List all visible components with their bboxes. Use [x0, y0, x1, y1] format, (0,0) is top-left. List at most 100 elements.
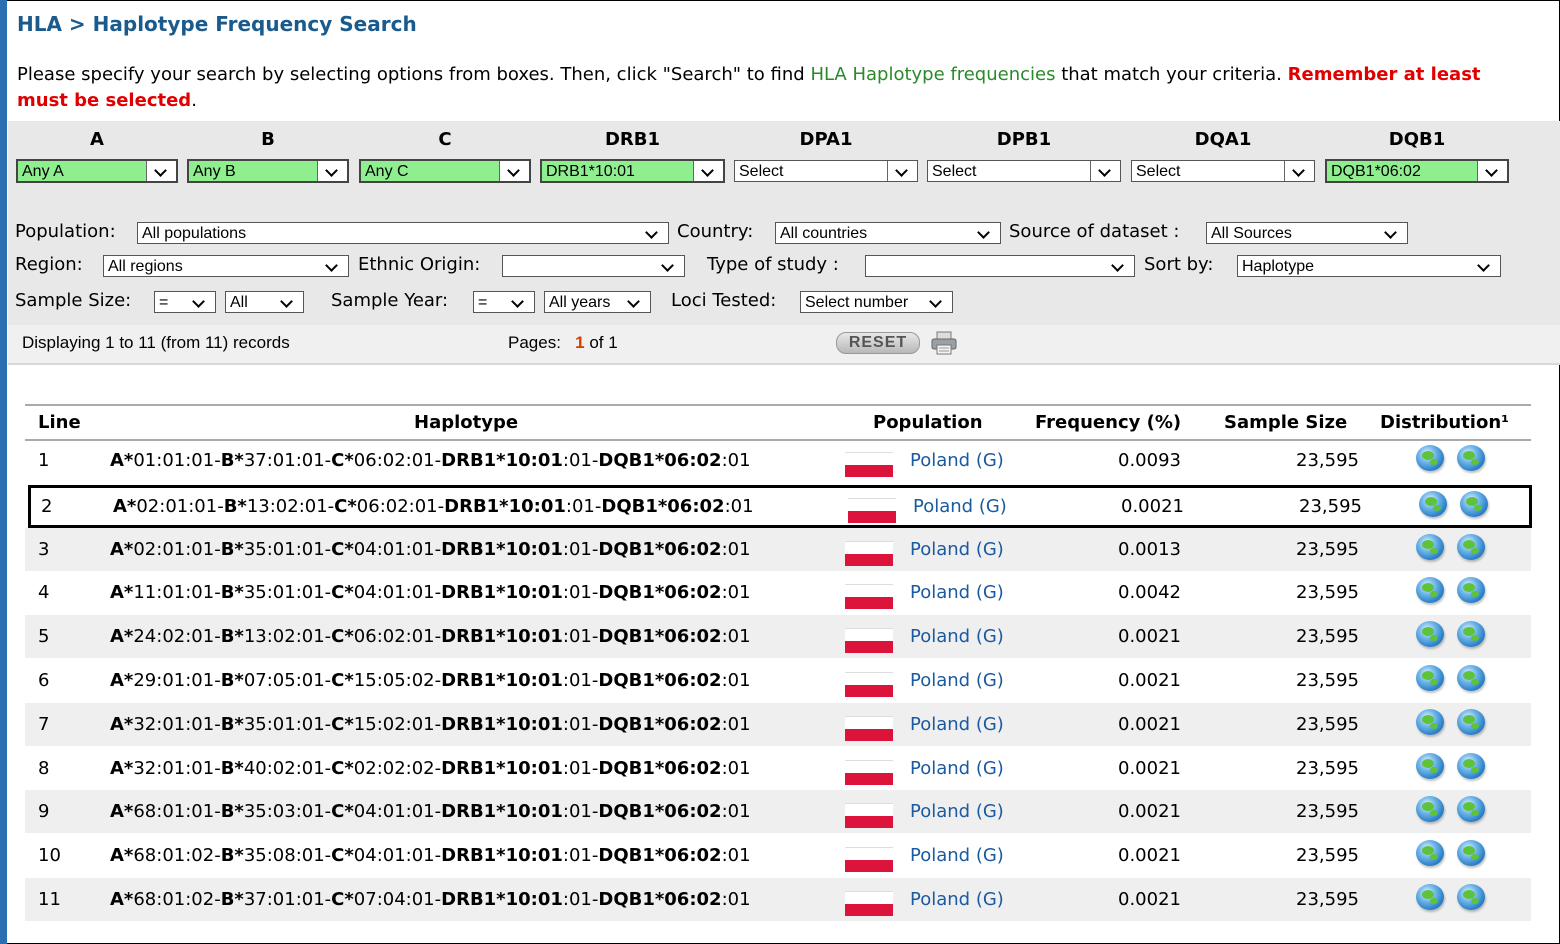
- intro-period: .: [191, 90, 197, 111]
- globe-icon[interactable]: [1416, 884, 1444, 910]
- population-link[interactable]: Poland (G): [910, 845, 1004, 866]
- locus-select-c[interactable]: Any C: [359, 159, 531, 183]
- page-current-link[interactable]: 1: [575, 333, 584, 352]
- poland-flag-icon: [845, 584, 893, 609]
- region-label: Region:: [15, 254, 83, 275]
- chevron-down-icon: [317, 161, 347, 181]
- globe-icon[interactable]: [1457, 796, 1485, 822]
- table-row: 7 A*32:01:01-B*35:01:01-C*15:02:01-DRB1*…: [25, 703, 1531, 746]
- frequency-value: 0.0021: [1118, 801, 1181, 822]
- globe-icon[interactable]: [1460, 491, 1488, 517]
- pagination: Pages: 1 of 1: [508, 333, 618, 353]
- header-sample-size: Sample Size: [1224, 412, 1348, 433]
- globe-icon[interactable]: [1416, 840, 1444, 866]
- locus-select-dqa1[interactable]: Select: [1131, 160, 1315, 182]
- locus-header-b: B: [261, 129, 275, 150]
- haplotype-cell: A*01:01:01-B*37:01:01-C*06:02:01-DRB1*10…: [110, 450, 751, 471]
- line-number: 9: [38, 801, 50, 822]
- locus-header-a: A: [90, 129, 104, 150]
- chevron-down-icon: [318, 256, 348, 276]
- locus-header-drb1: DRB1: [604, 129, 661, 150]
- chevron-down-icon: [1470, 256, 1500, 276]
- locus-select-drb1[interactable]: DRB1*10:01: [540, 159, 725, 183]
- population-link[interactable]: Poland (G): [910, 450, 1004, 471]
- globe-icon[interactable]: [1457, 753, 1485, 779]
- locus-select-dpb1[interactable]: Select: [927, 160, 1121, 182]
- globe-icon[interactable]: [1457, 840, 1485, 866]
- population-link[interactable]: Poland (G): [910, 582, 1004, 603]
- sample-size-value: 23,595: [1296, 758, 1359, 779]
- globe-icon[interactable]: [1419, 491, 1447, 517]
- globe-icon[interactable]: [1416, 445, 1444, 471]
- chevron-down-icon: [1104, 256, 1134, 276]
- globe-icon[interactable]: [1416, 621, 1444, 647]
- chevron-down-icon: [970, 223, 1000, 243]
- sort-by-label: Sort by:: [1144, 254, 1214, 275]
- header-haplotype: Haplotype: [414, 412, 519, 433]
- source-select[interactable]: All Sources: [1206, 222, 1408, 244]
- frequency-value: 0.0021: [1118, 889, 1181, 910]
- globe-icon[interactable]: [1457, 884, 1485, 910]
- country-select[interactable]: All countries: [775, 222, 1001, 244]
- globe-icon[interactable]: [1457, 534, 1485, 560]
- source-label: Source of dataset :: [1009, 221, 1180, 242]
- line-number: 3: [38, 539, 50, 560]
- sample-size-operator-select[interactable]: =: [154, 291, 216, 313]
- globe-icon[interactable]: [1457, 621, 1485, 647]
- population-link[interactable]: Poland (G): [910, 801, 1004, 822]
- sample-year-value-select[interactable]: All years: [544, 291, 651, 313]
- pages-total: of 1: [589, 333, 618, 352]
- ethnic-origin-select[interactable]: [502, 255, 685, 277]
- printer-icon[interactable]: [930, 331, 958, 355]
- sample-size-value: 23,595: [1296, 801, 1359, 822]
- locus-header-c: C: [438, 129, 452, 150]
- locus-header-dqa1: DQA1: [1194, 129, 1252, 150]
- chevron-down-icon: [1377, 223, 1407, 243]
- globe-icon[interactable]: [1416, 796, 1444, 822]
- haplotype-frequencies-link[interactable]: HLA Haplotype frequencies: [810, 64, 1055, 85]
- population-link[interactable]: Poland (G): [910, 539, 1004, 560]
- chevron-down-icon: [1090, 161, 1120, 181]
- haplotype-cell: A*68:01:02-B*37:01:01-C*07:04:01-DRB1*10…: [110, 889, 751, 910]
- table-header: Line Haplotype Population Frequency (%) …: [25, 404, 1531, 441]
- table-row: 11 A*68:01:02-B*37:01:01-C*07:04:01-DRB1…: [25, 878, 1531, 921]
- locus-select-a[interactable]: Any A: [16, 159, 178, 183]
- sample-size-value: 23,595: [1296, 889, 1359, 910]
- globe-icon[interactable]: [1457, 577, 1485, 603]
- left-accent-bar: [0, 0, 7, 944]
- population-link[interactable]: Poland (G): [910, 758, 1004, 779]
- population-link[interactable]: Poland (G): [910, 714, 1004, 735]
- reset-button[interactable]: RESET: [836, 332, 920, 354]
- sample-size-value: 23,595: [1296, 626, 1359, 647]
- haplotype-cell: A*11:01:01-B*35:01:01-C*04:01:01-DRB1*10…: [110, 582, 751, 603]
- globe-icon[interactable]: [1416, 709, 1444, 735]
- globe-icon[interactable]: [1457, 445, 1485, 471]
- population-select[interactable]: All populations: [137, 222, 669, 244]
- region-select[interactable]: All regions: [103, 255, 349, 277]
- header-population: Population: [873, 412, 983, 433]
- globe-icon[interactable]: [1416, 665, 1444, 691]
- population-link[interactable]: Poland (G): [910, 889, 1004, 910]
- locus-select-b[interactable]: Any B: [187, 159, 349, 183]
- globe-icon[interactable]: [1457, 665, 1485, 691]
- globe-icon[interactable]: [1416, 753, 1444, 779]
- warning-text-1: Remember at least: [1287, 64, 1481, 85]
- country-label: Country:: [677, 221, 754, 242]
- locus-select-dpa1[interactable]: Select: [734, 160, 918, 182]
- study-type-select[interactable]: [865, 255, 1135, 277]
- population-link[interactable]: Poland (G): [910, 626, 1004, 647]
- table-row: 4 A*11:01:01-B*35:01:01-C*04:01:01-DRB1*…: [25, 571, 1531, 614]
- globe-icon[interactable]: [1416, 534, 1444, 560]
- sample-year-operator-select[interactable]: =: [473, 291, 535, 313]
- globe-icon[interactable]: [1457, 709, 1485, 735]
- sample-size-value-select[interactable]: All: [225, 291, 304, 313]
- population-link[interactable]: Poland (G): [913, 496, 1007, 517]
- chevron-down-icon: [887, 161, 917, 181]
- population-link[interactable]: Poland (G): [910, 670, 1004, 691]
- loci-tested-select[interactable]: Select number: [800, 291, 953, 313]
- sort-by-select[interactable]: Haplotype: [1237, 255, 1501, 277]
- frequency-value: 0.0021: [1118, 714, 1181, 735]
- globe-icon[interactable]: [1416, 577, 1444, 603]
- locus-select-dqb1[interactable]: DQB1*06:02: [1325, 159, 1509, 183]
- table-row: 2 A*02:01:01-B*13:02:01-C*06:02:01-DRB1*…: [28, 485, 1532, 528]
